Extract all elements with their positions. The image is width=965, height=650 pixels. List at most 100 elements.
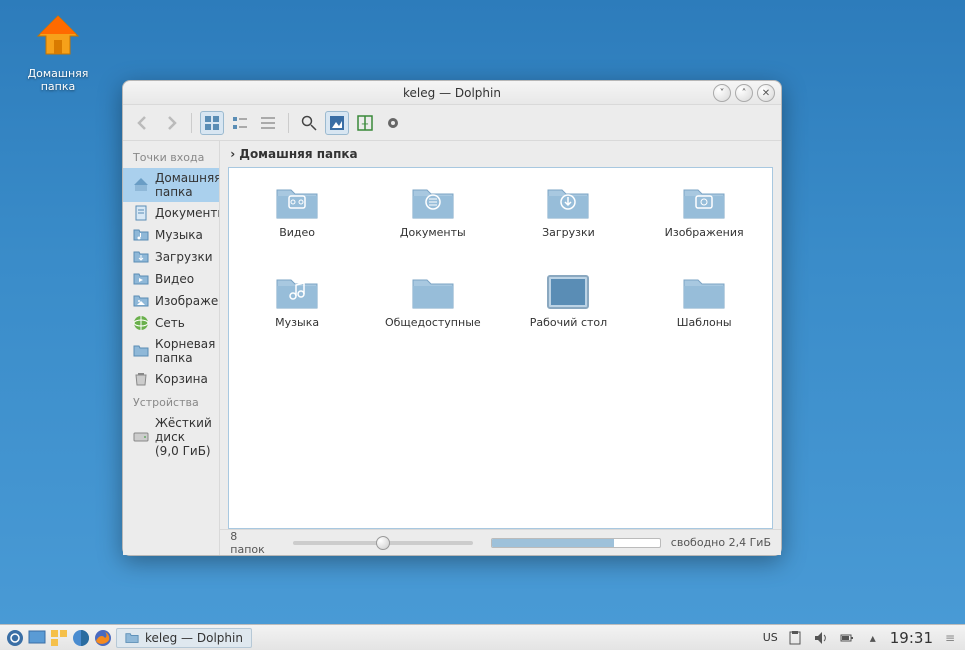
clipboard-tray-icon[interactable]: [786, 629, 804, 647]
forward-button[interactable]: [159, 111, 183, 135]
details-view-button[interactable]: [256, 111, 280, 135]
folder-icon: [273, 272, 321, 312]
folder-music[interactable]: Музыка: [229, 268, 365, 358]
activities-button[interactable]: [50, 629, 68, 647]
icon-view-button[interactable]: [200, 111, 224, 135]
folder-doc[interactable]: Документы: [365, 178, 501, 268]
video-icon: [133, 271, 149, 287]
free-space-label: свободно 2,4 ГиБ: [671, 536, 771, 549]
folder-icon: [680, 272, 728, 312]
disk-icon: [133, 429, 149, 445]
folder-label: Изображения: [665, 226, 744, 239]
battery-icon: [840, 631, 854, 645]
split-button[interactable]: +: [353, 111, 377, 135]
folder-desktop[interactable]: Рабочий стол: [501, 268, 637, 358]
gear-icon: [385, 115, 401, 131]
volume-tray-icon[interactable]: [812, 629, 830, 647]
svg-text:+: +: [361, 119, 369, 130]
folder-download[interactable]: Загрузки: [501, 178, 637, 268]
sidebar-item-label: Корзина: [155, 372, 208, 386]
folder-icon: [125, 631, 139, 645]
compact-view-button[interactable]: [228, 111, 252, 135]
taskbar-app-dolphin[interactable]: keleg — Dolphin: [116, 628, 252, 648]
konqueror-launcher[interactable]: [72, 629, 90, 647]
statusbar: 8 папок свободно 2,4 ГиБ: [220, 529, 781, 555]
devices-header: Устройства: [123, 390, 219, 413]
desktop-icon: [28, 629, 46, 647]
folder-template[interactable]: Шаблоны: [636, 268, 772, 358]
folder-icon: [273, 182, 321, 222]
list-compact-icon: [232, 115, 248, 131]
window-title: keleg — Dolphin: [403, 86, 501, 100]
firefox-launcher[interactable]: [94, 629, 112, 647]
sidebar-item-root[interactable]: Корневая папка: [123, 334, 219, 368]
clipboard-icon: [788, 631, 802, 645]
sidebar-item-label: Изображения: [155, 294, 220, 308]
sidebar-item-music[interactable]: Музыка: [123, 224, 219, 246]
grid-icon: [204, 115, 220, 131]
file-grid[interactable]: ВидеоДокументы Загрузки Изображения МузыкаО…: [228, 167, 773, 529]
download-icon: [133, 249, 149, 265]
desktop-home-label: Домашняяпапка: [18, 67, 98, 93]
home-icon: [133, 177, 149, 193]
toolbar: +: [123, 105, 781, 141]
sidebar-item-disk[interactable]: Жёсткий диск (9,0 ГиБ): [123, 413, 219, 461]
search-button[interactable]: [297, 111, 321, 135]
folder-label: Загрузки: [542, 226, 595, 239]
battery-tray-icon[interactable]: [838, 629, 856, 647]
sidebar-item-label: Жёсткий диск (9,0 ГиБ): [155, 416, 212, 458]
folder-public[interactable]: Общедоступные: [365, 268, 501, 358]
folder-image[interactable]: Изображения: [636, 178, 772, 268]
preview-icon: [329, 115, 345, 131]
titlebar[interactable]: keleg — Dolphin ˅ ˄ ✕: [123, 81, 781, 105]
disk-usage-bar: [491, 538, 661, 548]
sidebar-item-label: Корневая папка: [155, 337, 215, 365]
places-panel: Точки входа Домашняя папкаДокументыМузык…: [123, 141, 220, 555]
zoom-slider[interactable]: [293, 541, 473, 545]
folder-label: Шаблоны: [677, 316, 732, 329]
minimize-button[interactable]: ˅: [713, 84, 731, 102]
preview-button[interactable]: [325, 111, 349, 135]
folder-icon: [680, 182, 728, 222]
music-icon: [133, 227, 149, 243]
tray-expand-icon[interactable]: ▴: [864, 629, 882, 647]
content-area: › Домашняя папка ВидеоДокументы Загрузки И…: [220, 141, 781, 555]
firefox-icon: [94, 629, 112, 647]
separator: [288, 113, 289, 133]
sidebar-item-label: Документы: [155, 206, 220, 220]
close-button[interactable]: ✕: [757, 84, 775, 102]
show-desktop-button[interactable]: [28, 629, 46, 647]
panel-toolbox-icon[interactable]: ≡: [941, 629, 959, 647]
sidebar-item-label: Загрузки: [155, 250, 213, 264]
sidebar-item-label: Сеть: [155, 316, 185, 330]
folder-video[interactable]: Видео: [229, 178, 365, 268]
list-details-icon: [260, 115, 276, 131]
home-icon: [34, 12, 82, 60]
taskbar: keleg — Dolphin US ▴ 19:31 ≡: [0, 624, 965, 650]
zoom-knob[interactable]: [376, 536, 390, 550]
trash-icon: [133, 371, 149, 387]
control-menu-button[interactable]: [381, 111, 405, 135]
breadcrumb-label: Домашняя папка: [239, 147, 357, 161]
breadcrumb[interactable]: › Домашняя папка: [220, 141, 781, 167]
sidebar-item-download[interactable]: Загрузки: [123, 246, 219, 268]
sidebar-item-label: Видео: [155, 272, 194, 286]
chevron-right-icon: ›: [230, 147, 235, 161]
clock[interactable]: 19:31: [890, 629, 933, 647]
sidebar-item-video[interactable]: Видео: [123, 268, 219, 290]
kde-logo-icon: [6, 629, 24, 647]
dolphin-window: keleg — Dolphin ˅ ˄ ✕ +: [122, 80, 782, 556]
sidebar-item-image[interactable]: Изображения: [123, 290, 219, 312]
back-button[interactable]: [131, 111, 155, 135]
maximize-button[interactable]: ˄: [735, 84, 753, 102]
kickoff-launcher[interactable]: [6, 629, 24, 647]
desktop-home-shortcut[interactable]: Домашняяпапка: [18, 12, 98, 93]
item-count: 8 папок: [230, 530, 265, 556]
konqueror-icon: [72, 629, 90, 647]
sidebar-item-doc[interactable]: Документы: [123, 202, 219, 224]
sidebar-item-label: Музыка: [155, 228, 203, 242]
keyboard-layout-indicator[interactable]: US: [763, 631, 778, 644]
sidebar-item-home[interactable]: Домашняя папка: [123, 168, 219, 202]
sidebar-item-network[interactable]: Сеть: [123, 312, 219, 334]
sidebar-item-trash[interactable]: Корзина: [123, 368, 219, 390]
